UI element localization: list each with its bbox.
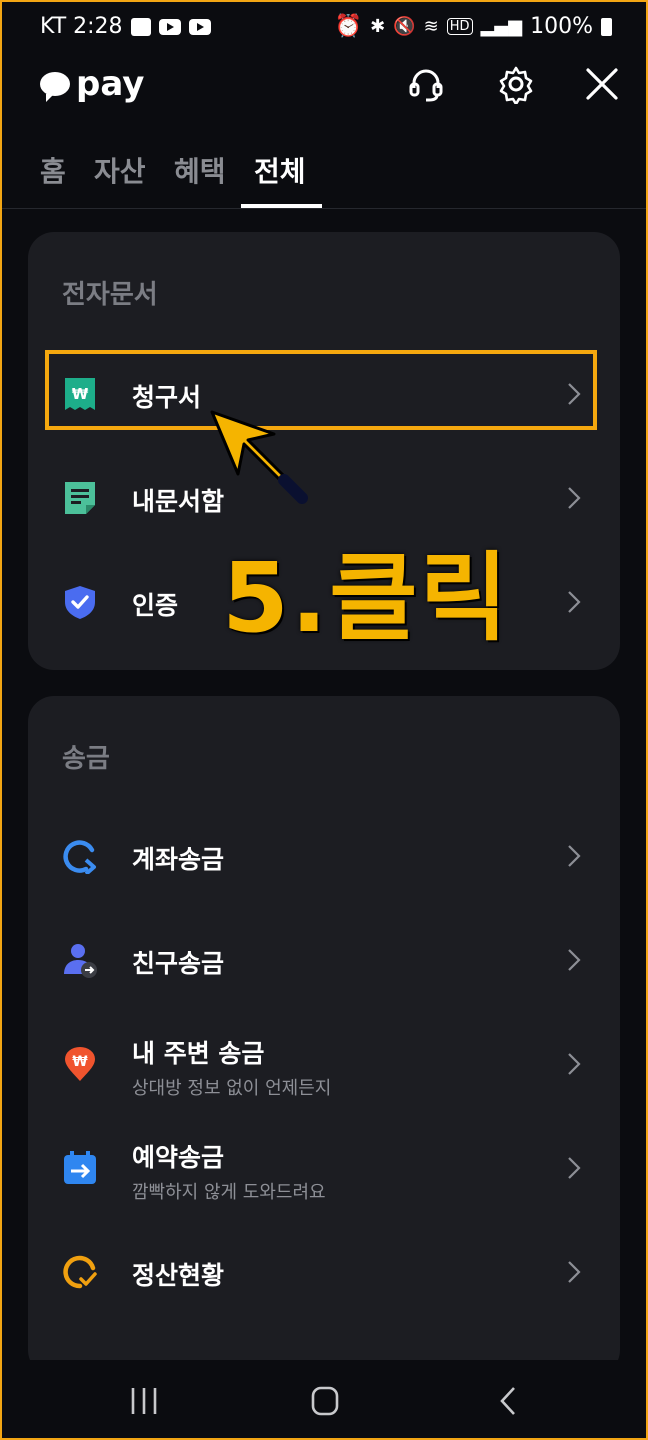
bluetooth-icon: ✱ xyxy=(370,16,386,37)
headset-icon[interactable] xyxy=(406,64,446,104)
tab-all[interactable]: 전체 xyxy=(254,150,306,190)
chevron-right-icon xyxy=(568,1261,581,1283)
kakaopay-logo: pay xyxy=(40,64,144,104)
network-hd-label: HD xyxy=(446,18,473,35)
highlight-box xyxy=(45,350,597,430)
list-item-nearby-transfer[interactable]: ₩ 내 주변 송금 상대방 정보 없이 언제든지 xyxy=(28,1012,620,1116)
tab-bar: 홈 자산 혜택 전체 xyxy=(0,140,648,209)
list-item-scheduled-transfer[interactable]: 예약송금 깜빡하지 않게 도와드려요 xyxy=(28,1116,620,1220)
battery-icon xyxy=(601,17,612,36)
system-nav-bar xyxy=(0,1360,648,1440)
scheduled-transfer-icon xyxy=(64,1151,96,1184)
logo-text: pay xyxy=(76,64,145,104)
list-item-label: 예약송금 xyxy=(132,1143,225,1172)
list-item-subtitle: 상대방 정보 없이 언제든지 xyxy=(132,1078,332,1099)
home-button-icon[interactable] xyxy=(304,1384,344,1418)
annotation-arrow-icon xyxy=(210,410,308,504)
gear-icon[interactable] xyxy=(496,64,536,104)
status-carrier-time: KT 2:28 xyxy=(40,14,123,39)
account-transfer-icon xyxy=(63,840,96,874)
active-tab-indicator xyxy=(241,204,322,208)
status-bar: KT 2:28 ⏰ ✱ 🔇 ≋ HD ▂▄▆ 100% xyxy=(0,0,648,56)
list-item-label: 친구송금 xyxy=(132,949,225,978)
list-item-subtitle: 깜빡하지 않게 도와드려요 xyxy=(132,1182,326,1203)
chevron-right-icon xyxy=(568,1157,581,1179)
list-item-settlement[interactable]: 정산현황 xyxy=(28,1220,620,1324)
alarm-icon: ⏰ xyxy=(334,14,363,39)
list-item-label: 계좌송금 xyxy=(132,845,225,874)
friend-transfer-icon xyxy=(64,944,97,978)
youtube-icon xyxy=(188,18,211,35)
chevron-right-icon xyxy=(568,1053,581,1075)
battery-percent: 100% xyxy=(530,14,593,39)
section-title: 송금 xyxy=(62,744,110,774)
chevron-right-icon xyxy=(568,845,581,867)
recent-apps-icon[interactable] xyxy=(124,1384,164,1418)
signal-icon: ▂▄▆ xyxy=(480,16,523,37)
shield-check-icon xyxy=(65,586,95,619)
chevron-right-icon xyxy=(568,487,581,509)
nearby-transfer-icon: ₩ xyxy=(65,1047,95,1081)
list-item-label: 내 주변 송금 xyxy=(132,1039,265,1068)
section-title: 전자문서 xyxy=(62,280,158,310)
close-icon[interactable] xyxy=(582,64,622,104)
mute-icon: 🔇 xyxy=(393,16,416,37)
list-item-friend-transfer[interactable]: 친구송금 xyxy=(28,908,620,1012)
wifi-icon: ≋ xyxy=(423,16,439,37)
back-icon[interactable] xyxy=(488,1384,528,1418)
document-icon xyxy=(65,482,95,514)
svg-text:₩: ₩ xyxy=(72,1054,88,1070)
list-item-account-transfer[interactable]: 계좌송금 xyxy=(28,804,620,908)
chevron-right-icon xyxy=(568,949,581,971)
chevron-right-icon xyxy=(568,591,581,613)
speech-bubble-icon xyxy=(40,72,70,102)
tab-assets[interactable]: 자산 xyxy=(94,150,146,190)
settlement-icon xyxy=(63,1255,97,1289)
tab-benefits[interactable]: 혜택 xyxy=(174,150,226,190)
youtube-icon xyxy=(158,18,181,35)
section-card-transfer: 송금 계좌송금 친구송금 ₩ 내 주변 송금 상대방 정보 없이 언제든지 예약… xyxy=(28,696,620,1376)
list-item-label: 인증 xyxy=(132,591,179,620)
tab-home[interactable]: 홈 xyxy=(40,150,66,190)
annotation-label: 5.클릭 xyxy=(222,542,510,654)
top-bar: pay xyxy=(0,56,648,120)
list-item-label: 정산현황 xyxy=(132,1261,225,1290)
gallery-icon xyxy=(130,17,151,36)
